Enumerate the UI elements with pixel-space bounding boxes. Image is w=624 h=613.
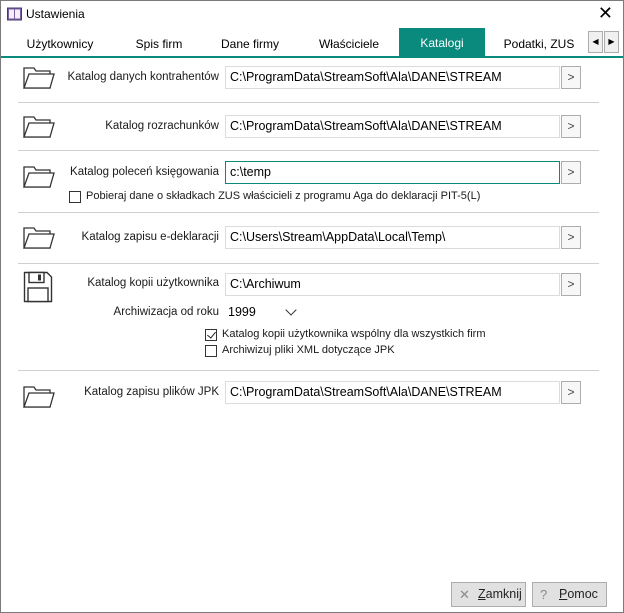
book-icon [7, 7, 22, 21]
label-katalog-kopii: Katalog kopii użytkownika [87, 277, 219, 289]
rozrachunki-path-input[interactable]: C:\ProgramData\StreamSoft\Ala\DANE\STREA… [225, 115, 560, 138]
label-katalog-polecen-ksiegowania: Katalog poleceń księgowania [70, 166, 219, 178]
zamknij-label-rest: amknij [485, 587, 522, 601]
pomoc-label: Pomoc [559, 583, 598, 606]
tab-scroll-left-icon[interactable]: ◀ [588, 31, 603, 53]
jpk-path-input[interactable]: C:\ProgramData\StreamSoft\Ala\DANE\STREA… [225, 381, 560, 404]
wspolny-katalog-label: Katalog kopii użytkownika wspólny dla ws… [222, 328, 486, 340]
chevron-down-icon [285, 304, 297, 316]
tab-dane-firmy[interactable]: Dane firmy [205, 31, 295, 58]
xml-jpk-checkbox[interactable] [205, 345, 217, 357]
close-icon[interactable]: ✕ [598, 3, 613, 23]
xml-jpk-label: Archiwizuj pliki XML dotyczące JPK [222, 344, 395, 356]
tab-katalogi[interactable]: Katalogi [399, 28, 485, 58]
tab-scroll-right-icon[interactable]: ▶ [604, 31, 619, 53]
divider [18, 263, 599, 264]
wspolny-katalog-checkbox[interactable] [205, 329, 217, 341]
kopie-browse-button[interactable]: > [561, 273, 581, 296]
label-katalog-e-deklaracji: Katalog zapisu e-deklaracji [81, 231, 219, 243]
divider [18, 150, 599, 151]
pomoc-button[interactable]: ? Pomoc [532, 582, 607, 607]
folder-icon [23, 116, 55, 138]
divider [18, 102, 599, 103]
folder-icon [23, 386, 55, 408]
zus-checkbox[interactable] [69, 191, 81, 203]
folder-icon [23, 227, 55, 249]
tab-spis-firm[interactable]: Spis firm [117, 31, 201, 58]
polecenia-path-input[interactable]: c:\temp [225, 161, 560, 184]
rozrachunki-browse-button[interactable]: > [561, 115, 581, 138]
kontrahenci-path-input[interactable]: C:\ProgramData\StreamSoft\Ala\DANE\STREA… [225, 66, 560, 89]
zus-checkbox-label: Pobieraj dane o składkach ZUS właściciel… [86, 190, 481, 202]
close-icon: ✕ [459, 587, 470, 602]
label-katalog-rozrachunkow: Katalog rozrachunków [105, 120, 219, 132]
tab-bar: Użytkownicy Spis firm Dane firmy Właścic… [1, 28, 623, 58]
title-bar: Ustawienia ✕ [1, 1, 623, 28]
edeklaracje-browse-button[interactable]: > [561, 226, 581, 249]
pomoc-label-rest: omoc [567, 587, 598, 601]
kopie-path-input[interactable]: C:\Archiwum [225, 273, 560, 296]
label-archiwizacja-od-roku: Archiwizacja od roku [113, 306, 219, 318]
jpk-browse-button[interactable]: > [561, 381, 581, 404]
tab-uzytkownicy[interactable]: Użytkownicy [9, 31, 111, 58]
help-icon: ? [540, 587, 548, 602]
archiwizacja-year-select[interactable]: 1999 [225, 301, 301, 323]
tab-podatki-zus[interactable]: Podatki, ZUS [491, 31, 587, 58]
window-title: Ustawienia [26, 7, 85, 21]
folder-icon [23, 67, 55, 89]
folder-icon [23, 166, 55, 188]
kontrahenci-browse-button[interactable]: > [561, 66, 581, 89]
divider [18, 212, 599, 213]
divider [18, 370, 599, 371]
zamknij-label: Zamknij [478, 583, 522, 606]
tab-wlasciciele[interactable]: Właściciele [301, 31, 397, 58]
settings-window: Ustawienia ✕ Użytkownicy Spis firm Dane … [0, 0, 624, 613]
label-katalog-kontrahentow: Katalog danych kontrahentów [67, 71, 219, 83]
label-katalog-jpk: Katalog zapisu plików JPK [84, 386, 219, 398]
archiwizacja-year-value: 1999 [228, 305, 256, 319]
polecenia-browse-button[interactable]: > [561, 161, 581, 184]
zamknij-mnemonic: Z [478, 587, 486, 601]
edeklaracje-path-input[interactable]: C:\Users\Stream\AppData\Local\Temp\ [225, 226, 560, 249]
floppy-disk-icon [23, 271, 53, 303]
zamknij-button[interactable]: ✕ Zamknij [451, 582, 526, 607]
